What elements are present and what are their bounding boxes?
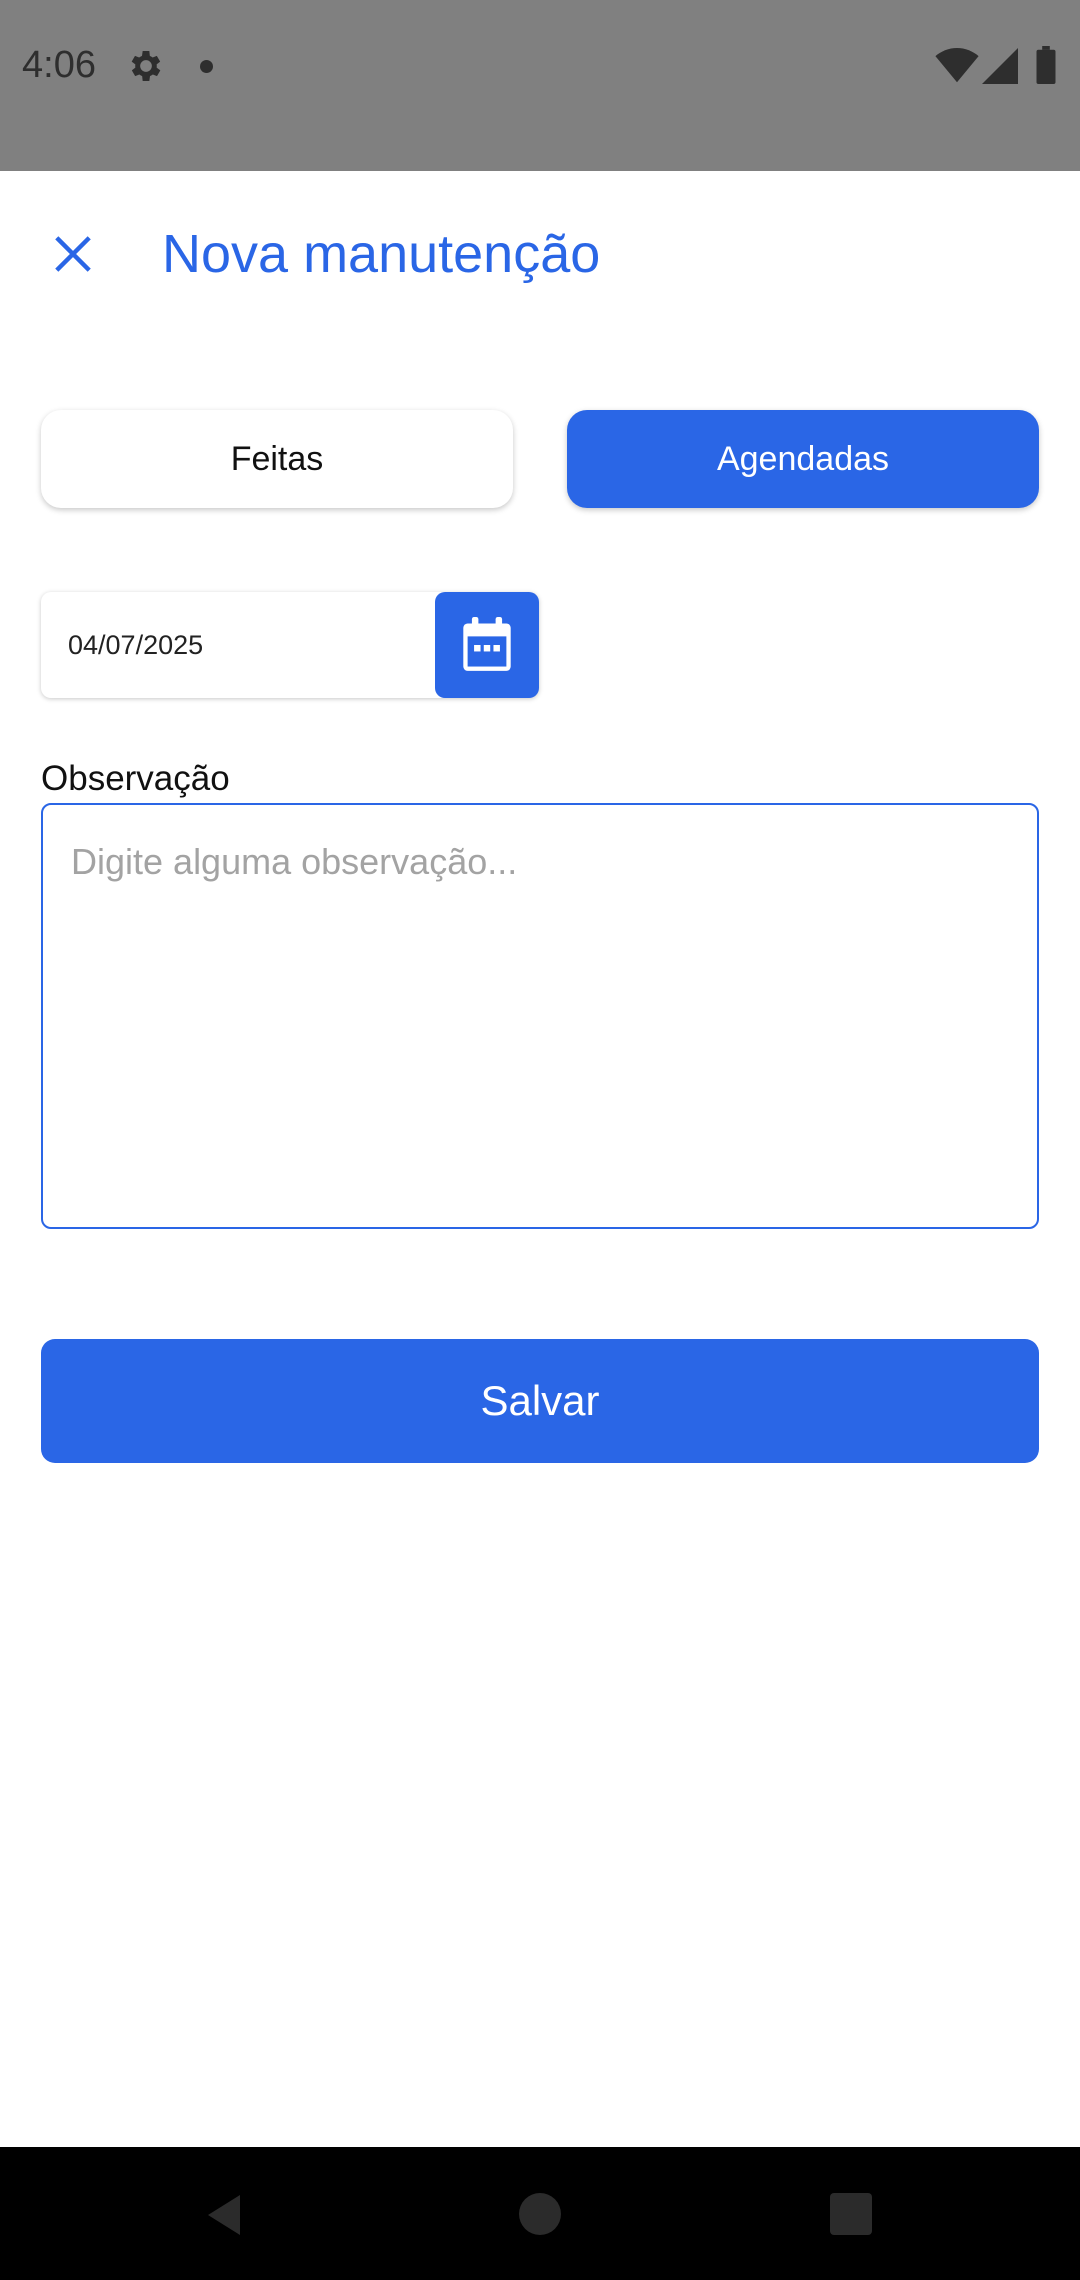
calendar-icon <box>463 617 511 671</box>
notification-dot <box>200 60 213 73</box>
navigation-bar <box>0 2147 1080 2280</box>
battery-icon <box>1036 46 1056 84</box>
observation-label: Observação <box>41 759 230 798</box>
gear-icon <box>131 51 161 81</box>
close-button[interactable] <box>40 221 106 287</box>
signal-icon <box>982 48 1018 84</box>
date-field[interactable] <box>41 592 435 698</box>
wifi-icon <box>935 48 979 83</box>
page-title: Nova manutenção <box>162 224 601 284</box>
date-picker <box>41 592 539 698</box>
calendar-button[interactable] <box>435 592 539 698</box>
status-time: 4:06 <box>22 44 96 86</box>
close-icon <box>55 236 91 272</box>
maintenance-form-screen: Nova manutenção Feitas Agendadas Observa… <box>0 171 1080 2147</box>
back-icon[interactable] <box>200 2191 248 2239</box>
status-bar: 4:06 <box>0 0 1080 171</box>
save-button[interactable]: Salvar <box>41 1339 1039 1463</box>
recent-apps-icon[interactable] <box>830 2193 872 2235</box>
home-icon[interactable] <box>519 2193 561 2235</box>
segment-agendadas-button[interactable]: Agendadas <box>567 410 1039 508</box>
observation-input[interactable] <box>41 803 1039 1229</box>
segment-feitas-button[interactable]: Feitas <box>41 410 513 508</box>
